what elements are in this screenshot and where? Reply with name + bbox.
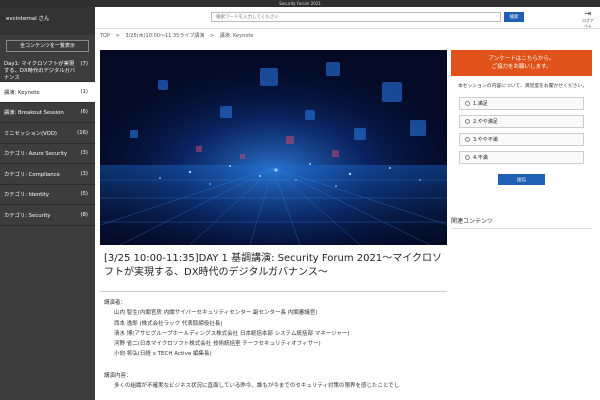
- speaker-item: 清水 博(アサヒグループホールディングス株式会社 日本統括本部 システム統括部 …: [114, 330, 350, 337]
- sidebar-item-label: カテゴリ: Identity: [4, 192, 49, 199]
- radio-icon[interactable]: [465, 137, 470, 142]
- sidebar-item-count: (8): [80, 211, 88, 218]
- content-text: 多くの組織が不確実なビジネス状況に直面している昨今、誰もが今までのセキュリティ対…: [114, 383, 400, 390]
- logout-label: ログアウト: [582, 18, 594, 29]
- sidebar-item-count: (3): [80, 150, 88, 157]
- survey-banner[interactable]: アンケートはこちらから。 ご協力をお願いします。: [451, 50, 592, 76]
- speakers-label: 講演者：: [104, 300, 127, 306]
- survey-banner-line: アンケートはこちらから。: [488, 56, 555, 62]
- survey-banner-line: ご協力をお願いします。: [491, 64, 552, 70]
- digital-network-image: [100, 50, 447, 245]
- all-contents-button[interactable]: 全コンテンツを一覧表示: [6, 40, 89, 52]
- survey-option-satisfied[interactable]: 1.満足: [459, 97, 584, 110]
- sidebar-item-label: カテゴリ: Security: [4, 212, 51, 219]
- sidebar-item-label: Day1: マイクロソフトが実現する、DX時代のデジタルガバナンス: [4, 61, 76, 81]
- divider: [100, 291, 447, 292]
- radio-icon[interactable]: [465, 119, 470, 124]
- sidebar-item-breakout-session[interactable]: 講演: Breakout Session (6): [0, 103, 95, 123]
- header: 検索 ⇥ ログアウト: [95, 7, 600, 29]
- breadcrumb-current: 講演: Keynote: [219, 33, 254, 39]
- breadcrumb-live-link[interactable]: 3/25(木)10:00〜11:35ライブ講演: [125, 33, 204, 39]
- user-name: evcinternal さん: [0, 7, 95, 35]
- breadcrumb-separator: >: [209, 33, 215, 39]
- sidebar-item-azure-security[interactable]: カテゴリ: Azure Security (3): [0, 144, 95, 164]
- window-title-bar: Security Forum 2021: [0, 0, 600, 7]
- related-contents-heading: 関連コンテンツ: [451, 216, 592, 229]
- breadcrumb-separator: >: [115, 33, 120, 39]
- sidebar-item-security[interactable]: カテゴリ: Security (8): [0, 205, 95, 226]
- survey-option-dissatisfied[interactable]: 4.不満: [459, 151, 584, 164]
- survey-option-label: 2.やや満足: [473, 119, 498, 125]
- session-details: 講演者： 山内 智生(内閣官房 内閣サイバーセキュリティセンター 副センター長 …: [104, 298, 449, 391]
- survey-panel: アンケートはこちらから。 ご協力をお願いします。 本セッションの内容について、満…: [451, 50, 592, 185]
- sidebar: evcinternal さん 全コンテンツを一覧表示 Day1: マイクロソフト…: [0, 7, 95, 400]
- sidebar-item-identity[interactable]: カテゴリ: Identity (5): [0, 185, 95, 205]
- radio-icon[interactable]: [465, 101, 470, 106]
- radio-icon[interactable]: [465, 155, 470, 160]
- speaker-item: 西本 逸郎 (株式会社ラック 代表取締役社長): [114, 320, 223, 327]
- speaker-item: 山内 智生(内閣官房 内閣サイバーセキュリティセンター 副センター長 内閣審議官…: [114, 310, 318, 317]
- speaker-list: 山内 智生(内閣官房 内閣サイバーセキュリティセンター 副センター長 内閣審議官…: [104, 308, 449, 359]
- sidebar-item-label: 講演: Keynote: [4, 89, 40, 96]
- survey-question: 本セッションの内容について、満足度をお聞かせください。: [458, 84, 588, 89]
- sidebar-item-count: (5): [80, 191, 88, 198]
- sidebar-item-count: (6): [80, 109, 88, 116]
- content-label: 講演内容：: [104, 372, 132, 379]
- sidebar-item-label: カテゴリ: Compliance: [4, 171, 60, 178]
- sidebar-item-count: (7): [80, 61, 88, 67]
- sidebar-item-compliance[interactable]: カテゴリ: Compliance (3): [0, 164, 95, 185]
- speaker-item: 河野 省二(日本マイクロソフト株式会社 技術統括室 チーフセキュリティオフィサー…: [114, 341, 321, 348]
- sidebar-item-keynote[interactable]: 講演: Keynote (1): [0, 82, 95, 103]
- survey-option-label: 3.やや不満: [473, 137, 498, 143]
- survey-submit-button[interactable]: 送信: [498, 174, 545, 185]
- sidebar-item-count: (1): [80, 88, 88, 95]
- sidebar-item-label: ミニセッション(VOD): [4, 130, 57, 137]
- sidebar-item-count: (3): [80, 170, 88, 177]
- session-video-thumbnail[interactable]: [100, 50, 447, 245]
- sidebar-item-label: カテゴリ: Azure Security: [4, 151, 68, 158]
- survey-option-label: 4.不満: [473, 155, 488, 161]
- sidebar-item-day1[interactable]: Day1: マイクロソフトが実現する、DX時代のデジタルガバナンス (7): [0, 58, 95, 82]
- session-title: [3/25 10:00-11:35]DAY 1 基調講演: Security F…: [104, 253, 443, 278]
- search-input[interactable]: [211, 12, 501, 22]
- speaker-item: 小向 将弘(日経 x TECH Active 編集長): [114, 351, 212, 358]
- sidebar-item-mini-session[interactable]: ミニセッション(VOD) (16): [0, 123, 95, 144]
- survey-option-somewhat-satisfied[interactable]: 2.やや満足: [459, 115, 584, 128]
- logout-button[interactable]: ⇥ ログアウト: [581, 9, 595, 30]
- breadcrumb-top-link[interactable]: TOP: [100, 33, 110, 39]
- survey-option-somewhat-dissatisfied[interactable]: 3.やや不満: [459, 133, 584, 146]
- sidebar-nav: Day1: マイクロソフトが実現する、DX時代のデジタルガバナンス (7) 講演…: [0, 58, 95, 226]
- sidebar-item-count: (16): [77, 129, 88, 136]
- logout-icon: ⇥: [584, 9, 592, 18]
- survey-options: 1.満足 2.やや満足 3.やや不満 4.不満: [451, 97, 592, 164]
- breadcrumb: TOP > 3/25(木)10:00〜11:35ライブ講演 > 講演: Keyn…: [100, 32, 257, 39]
- sidebar-item-label: 講演: Breakout Session: [4, 110, 64, 117]
- search-button[interactable]: 検索: [504, 12, 524, 22]
- survey-option-label: 1.満足: [473, 101, 488, 107]
- window-title: Security Forum 2021: [279, 1, 321, 6]
